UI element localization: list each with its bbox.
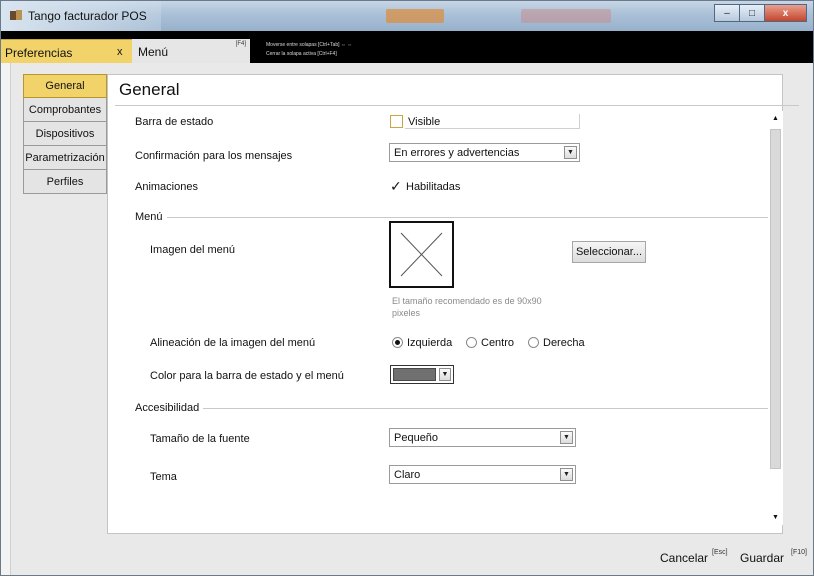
section-nav: General Comprobantes Dispositivos Parame… <box>23 74 107 194</box>
theme-value: Claro <box>394 468 421 481</box>
titlebar-decoration <box>386 9 444 23</box>
menu-section-heading: Menú <box>135 211 163 223</box>
status-bar-checkbox-label: Visible <box>408 116 441 128</box>
save-button[interactable]: Guardar [F10] <box>740 546 810 568</box>
window-controls: – □ x <box>714 4 807 22</box>
radio-derecha[interactable] <box>528 337 539 348</box>
cancel-button-label: Cancelar <box>660 551 709 565</box>
radio-centro[interactable] <box>466 337 477 348</box>
close-tab-icon[interactable]: x <box>117 46 123 58</box>
tab-hint-line: Moverse entre solapas [Ctrl+Tab] ⇔ ⇔ <box>266 42 353 48</box>
confirmation-label: Confirmación para los mensajes <box>135 150 293 162</box>
font-size-select[interactable]: Pequeño ▼ <box>389 428 576 447</box>
nav-item-comprobantes[interactable]: Comprobantes <box>23 98 107 122</box>
nav-item-label: Parametrización <box>25 151 105 164</box>
chevron-down-icon[interactable]: ▼ <box>560 468 573 481</box>
scrollbar-thumb[interactable] <box>770 129 781 469</box>
page-title: General <box>119 80 180 99</box>
nav-item-label: Perfiles <box>46 175 84 188</box>
nav-item-label: Dispositivos <box>35 127 95 140</box>
font-size-label: Tamaño de la fuente <box>150 433 250 445</box>
radio-izquierda[interactable] <box>392 337 403 348</box>
nav-item-general[interactable]: General <box>23 74 107 98</box>
accessibility-section-rule <box>203 408 769 409</box>
confirmation-select[interactable]: En errores y advertencias ▼ <box>389 143 580 162</box>
animations-checkbox-label: Habilitadas <box>406 181 461 193</box>
image-placeholder-icon <box>400 232 443 277</box>
tab-hint: Moverse entre solapas [Ctrl+Tab] ⇔ ⇔ Cer… <box>266 41 352 59</box>
alignment-label: Alineación de la imagen del menú <box>150 337 316 349</box>
scroll-down-icon[interactable]: ▼ <box>768 510 783 525</box>
tab-bar: Preferencias x Menú [F4] Moverse entre s… <box>1 31 813 63</box>
image-size-hint-line: El tamaño recomendado es de 90x90 <box>392 296 542 306</box>
tab-label: Preferencias <box>5 46 73 60</box>
select-image-button[interactable]: Seleccionar... <box>572 241 646 263</box>
tab-hint-line: Cerrar la solapa activa [Ctrl+F4] <box>266 51 337 57</box>
app-icon <box>10 10 22 20</box>
status-bar-checkbox[interactable] <box>390 115 403 128</box>
scroll-up-icon[interactable]: ▲ <box>768 111 783 126</box>
image-size-hint-line: pixeles <box>392 308 421 318</box>
radio-centro-label: Centro <box>481 337 515 349</box>
radio-izquierda-label: Izquierda <box>407 337 453 349</box>
font-size-value: Pequeño <box>394 431 439 444</box>
menu-image-label: Imagen del menú <box>150 244 235 256</box>
close-button[interactable]: x <box>764 4 807 22</box>
save-button-label: Guardar <box>740 551 785 565</box>
theme-label: Tema <box>150 471 177 483</box>
accessibility-section-heading: Accesibilidad <box>135 402 200 414</box>
cancel-button[interactable]: Cancelar [Esc] <box>660 546 730 568</box>
status-bar-label: Barra de estado <box>135 116 214 128</box>
chevron-down-icon[interactable]: ▼ <box>560 431 573 444</box>
nav-item-label: General <box>45 80 85 92</box>
image-size-hint: El tamaño recomendado es de 90x90 pixele… <box>392 295 542 319</box>
theme-select[interactable]: Claro ▼ <box>389 465 576 484</box>
radio-derecha-label: Derecha <box>543 337 585 349</box>
color-label: Color para la barra de estado y el menú <box>150 370 344 382</box>
window-title: Tango facturador POS <box>28 9 147 23</box>
chevron-down-icon[interactable]: ▼ <box>439 368 451 381</box>
maximize-button[interactable]: □ <box>739 4 765 22</box>
animations-checkbox[interactable]: ✓ <box>390 179 403 193</box>
animations-label: Animaciones <box>135 181 198 193</box>
minimize-button[interactable]: – <box>714 4 740 22</box>
save-shortcut: [F10] <box>791 549 807 556</box>
vertical-scrollbar[interactable]: ▲ ▼ <box>768 111 783 525</box>
nav-item-dispositivos[interactable]: Dispositivos <box>23 122 107 146</box>
chevron-down-icon[interactable]: ▼ <box>564 146 577 159</box>
title-divider <box>115 105 799 106</box>
tab-preferencias[interactable]: Preferencias x <box>1 39 132 63</box>
cancel-shortcut: [Esc] <box>712 549 728 556</box>
left-edge <box>1 63 11 575</box>
titlebar-decoration <box>521 9 611 23</box>
color-swatch <box>393 368 436 381</box>
nav-item-label: Comprobantes <box>28 103 102 116</box>
nav-item-parametrizacion[interactable]: Parametrización <box>23 146 107 170</box>
status-bar-field-line <box>405 128 580 129</box>
confirmation-value: En errores y advertencias <box>394 146 520 159</box>
status-bar-field-edge <box>579 114 580 129</box>
menu-section-rule <box>167 217 769 218</box>
color-picker[interactable]: ▼ <box>390 365 454 384</box>
app-window: Tango facturador POS – □ x Preferencias … <box>0 0 814 576</box>
menu-image-placeholder[interactable] <box>389 221 454 288</box>
tab-label: Menú <box>138 45 169 59</box>
tab-menu[interactable]: Menú [F4] <box>132 39 250 63</box>
nav-item-perfiles[interactable]: Perfiles <box>23 170 107 194</box>
tab-shortcut: [F4] <box>235 41 246 47</box>
title-bar[interactable]: Tango facturador POS – □ x <box>1 1 813 31</box>
